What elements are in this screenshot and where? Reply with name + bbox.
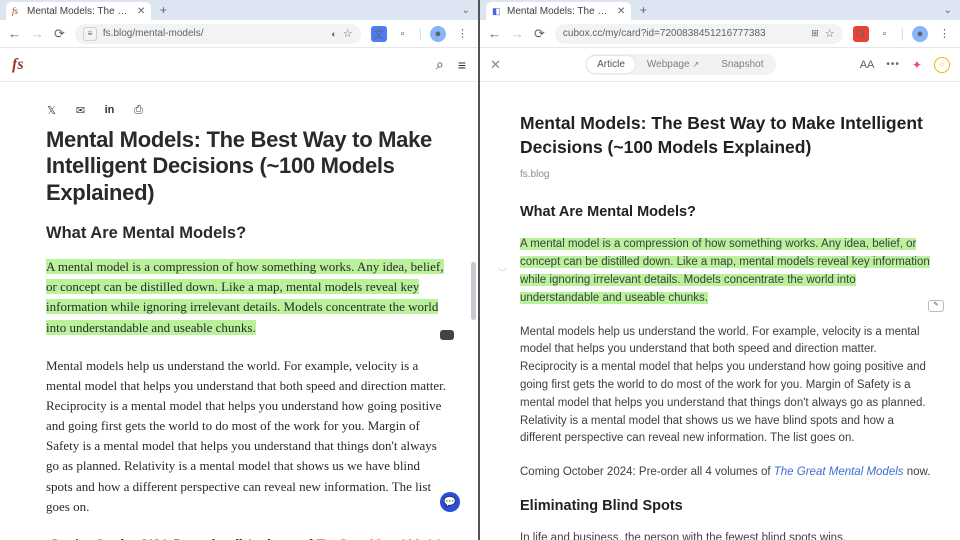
browser-toolbar: ← → ⟳ cubox.cc/my/card?id=72008384512167… (480, 20, 960, 48)
extension-icon[interactable]: ▫ (877, 26, 893, 42)
browser-tab[interactable]: ◧ Mental Models: The Best Way ✕ (486, 2, 631, 20)
article-title: Mental Models: The Best Way to Make Inte… (46, 127, 448, 206)
forward-button[interactable]: → (511, 26, 524, 42)
tabs-menu-icon[interactable]: ⌄ (944, 5, 952, 16)
article-content: 𝕏 ✉ in ⎙ Mental Models: The Best Way to … (0, 82, 478, 540)
translate-icon[interactable]: G (853, 26, 869, 42)
bookmark-marker-icon[interactable]: ◡ (498, 262, 507, 273)
left-browser-window: fs Mental Models: The Best Way ✕ + ⌄ ← →… (0, 0, 480, 540)
back-button[interactable]: ← (8, 26, 21, 42)
url-text: fs.blog/mental-models/ (103, 28, 325, 39)
forward-button[interactable]: → (31, 26, 44, 42)
profile-avatar-icon[interactable]: ● (430, 26, 446, 42)
tab-strip: ◧ Mental Models: The Best Way ✕ + ⌄ (480, 0, 960, 20)
tab-close-icon[interactable]: ✕ (137, 6, 145, 17)
font-size-icon[interactable]: AA (860, 59, 875, 71)
reload-button[interactable]: ⟳ (54, 26, 65, 42)
tab-favicon: ◧ (492, 6, 502, 16)
toolbar-icons: G ▫ | ● ⋮ (853, 26, 952, 42)
preorder-suffix: now. (904, 466, 931, 478)
browser-toolbar: ← → ⟳ ≡ fs.blog/mental-models/ ◐ ☆ 文 ▫ |… (0, 20, 478, 48)
nav-buttons: ← → ⟳ (488, 26, 545, 42)
account-avatar-icon[interactable]: ○ (934, 57, 950, 73)
x-share-icon[interactable]: 𝕏 (46, 104, 57, 117)
reload-button[interactable]: ⟳ (534, 26, 545, 42)
segment-snapshot[interactable]: Snapshot (711, 56, 773, 73)
profile-avatar-icon[interactable]: ● (912, 26, 928, 42)
more-menu-icon[interactable]: ••• (886, 59, 900, 70)
tab-title: Mental Models: The Best Way (27, 6, 132, 17)
paragraph-highlighted[interactable]: A mental model is a compression of how s… (520, 236, 934, 307)
external-link-icon: ↗ (693, 60, 700, 69)
share-row: 𝕏 ✉ in ⎙ (46, 104, 448, 117)
site-header: fs ⌕ ≡ (0, 48, 478, 82)
bookmark-star-icon[interactable]: ☆ (343, 27, 353, 40)
highlight-text[interactable]: A mental model is a compression of how s… (520, 238, 930, 303)
preorder-link[interactable]: The Great Mental Models (774, 466, 904, 478)
cubox-toolbar: ✕ Article Webpage↗ Snapshot AA ••• ✦ ○ (480, 48, 960, 82)
paragraph: In life and business, the person with th… (520, 530, 934, 540)
toolbar-icons: 文 ▫ | ● ⋮ (371, 26, 470, 42)
segment-webpage[interactable]: Webpage↗ (637, 56, 709, 73)
source-label[interactable]: fs.blog (520, 169, 934, 180)
highlight-text[interactable]: A mental model is a compression of how s… (46, 259, 444, 334)
back-button[interactable]: ← (488, 26, 501, 42)
paragraph: Mental models help us understand the wor… (46, 356, 448, 517)
site-info-icon[interactable]: ≡ (83, 27, 97, 41)
nav-buttons: ← → ⟳ (8, 26, 65, 42)
segment-article[interactable]: Article (587, 56, 635, 73)
site-logo[interactable]: fs (12, 56, 24, 74)
reader-title: Mental Models: The Best Way to Make Inte… (520, 112, 934, 159)
browser-tab[interactable]: fs Mental Models: The Best Way ✕ (6, 2, 151, 20)
address-bar[interactable]: cubox.cc/my/card?id=7200838451216777383 … (555, 24, 843, 44)
new-tab-button[interactable]: + (155, 2, 171, 18)
close-icon[interactable]: ✕ (490, 57, 501, 73)
section-heading: Eliminating Blind Spots (520, 498, 934, 514)
chat-fab-icon[interactable]: 💬 (440, 492, 460, 512)
search-icon[interactable]: ⌕ (436, 56, 444, 73)
paragraph: Mental models help us understand the wor… (520, 324, 934, 449)
email-share-icon[interactable]: ✉ (75, 104, 86, 117)
browser-menu-icon[interactable]: ⋮ (454, 26, 470, 42)
tab-title: Mental Models: The Best Way (507, 6, 612, 17)
highlight-note-icon[interactable] (440, 330, 454, 340)
scrollbar-thumb[interactable] (471, 262, 476, 320)
install-app-icon[interactable]: ⊞ (811, 28, 819, 39)
tabs-menu-icon[interactable]: ⌄ (462, 5, 470, 16)
section-heading: What Are Mental Models? (46, 224, 448, 243)
reader-content: Mental Models: The Best Way to Make Inte… (480, 82, 960, 540)
preorder-paragraph: Coming October 2024: Pre-order all 4 vol… (46, 535, 448, 540)
highlight-action-icon[interactable]: ✎ (928, 300, 944, 312)
new-tab-button[interactable]: + (635, 2, 651, 18)
section-heading: What Are Mental Models? (520, 204, 934, 220)
linkedin-share-icon[interactable]: in (104, 104, 115, 117)
share-icon[interactable]: ◐ (331, 29, 336, 39)
tab-close-icon[interactable]: ✕ (617, 6, 625, 17)
extension-icon[interactable]: ▫ (395, 26, 411, 42)
url-text: cubox.cc/my/card?id=7200838451216777383 (563, 28, 805, 39)
paragraph-highlighted[interactable]: A mental model is a compression of how s… (46, 257, 448, 338)
translate-icon[interactable]: 文 (371, 26, 387, 42)
browser-menu-icon[interactable]: ⋮ (936, 26, 952, 42)
right-browser-window: ◧ Mental Models: The Best Way ✕ + ⌄ ← → … (480, 0, 960, 540)
ai-sparkle-icon[interactable]: ✦ (912, 58, 922, 72)
tab-favicon: fs (12, 6, 22, 16)
bookmark-star-icon[interactable]: ☆ (825, 27, 835, 40)
preorder-prefix: Coming October 2024: Pre-order all 4 vol… (520, 466, 774, 478)
preorder-paragraph: Coming October 2024: Pre-order all 4 vol… (520, 464, 934, 482)
address-bar[interactable]: ≡ fs.blog/mental-models/ ◐ ☆ (75, 24, 361, 44)
tab-strip: fs Mental Models: The Best Way ✕ + ⌄ (0, 0, 478, 20)
view-segment: Article Webpage↗ Snapshot (585, 54, 775, 75)
hamburger-menu-icon[interactable]: ≡ (458, 57, 466, 73)
print-icon[interactable]: ⎙ (133, 104, 144, 117)
